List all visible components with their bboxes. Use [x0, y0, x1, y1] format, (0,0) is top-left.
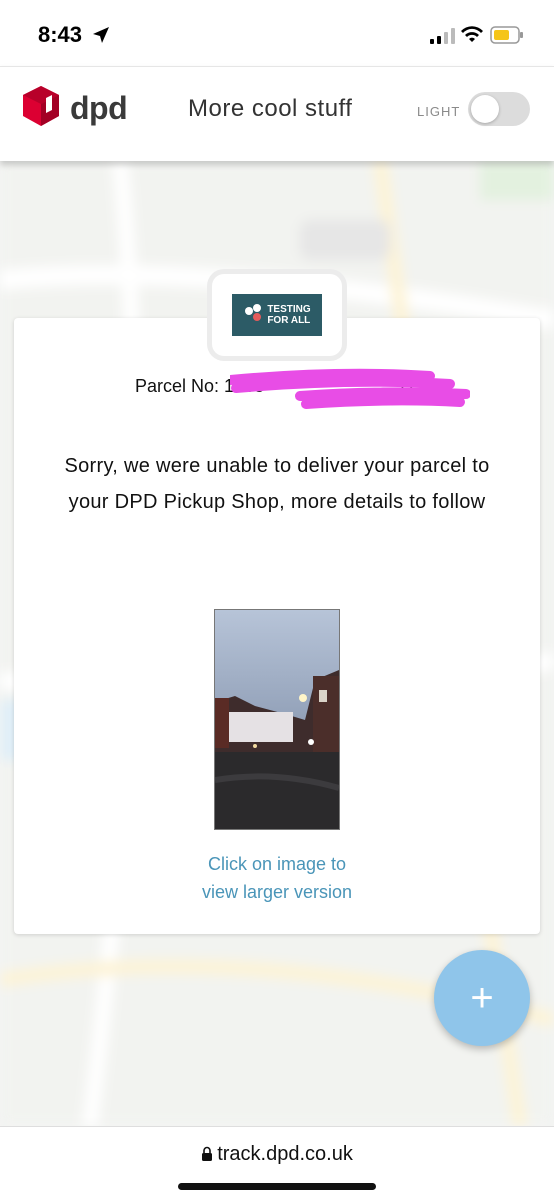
brand-text: TESTING FOR ALL	[267, 304, 311, 326]
hexagon-icon	[243, 303, 263, 328]
signal-icon	[430, 28, 456, 49]
dpd-cube-icon	[22, 85, 60, 132]
toggle-knob	[471, 95, 499, 123]
status-bar: 8:43	[0, 0, 554, 66]
view-larger-link[interactable]: Click on image to view larger version	[114, 850, 440, 906]
url-text[interactable]: track.dpd.co.uk	[217, 1143, 353, 1165]
plus-icon: +	[470, 976, 494, 1020]
dpd-logo[interactable]: dpd	[22, 85, 128, 132]
delivery-photo[interactable]	[214, 609, 340, 830]
delivery-message: Sorry, we were unable to deliver your pa…	[64, 455, 490, 513]
home-indicator[interactable]	[178, 1183, 376, 1190]
lock-icon	[201, 1145, 213, 1168]
location-arrow-icon	[92, 26, 110, 49]
redaction-scribble	[225, 366, 471, 419]
browser-address-bar[interactable]: track.dpd.co.uk	[0, 1126, 554, 1201]
status-time: 8:43	[38, 22, 83, 47]
dpd-wordmark: dpd	[70, 90, 128, 126]
parcel-label: Parcel No:	[135, 376, 225, 396]
theme-toggle[interactable]	[468, 92, 530, 126]
app-header: dpd More cool stuff LIGHT	[0, 66, 554, 161]
parcel-card: Parcel No: 1603 D Sorry, we were unable t…	[14, 318, 540, 934]
theme-label: LIGHT	[417, 104, 461, 119]
page-title: More cool stuff	[188, 95, 353, 122]
brand-badge: TESTING FOR ALL	[212, 274, 342, 356]
add-fab-button[interactable]: +	[434, 950, 530, 1046]
battery-icon	[490, 26, 524, 49]
testing-for-all-logo: TESTING FOR ALL	[232, 294, 322, 336]
wifi-icon	[460, 26, 484, 49]
